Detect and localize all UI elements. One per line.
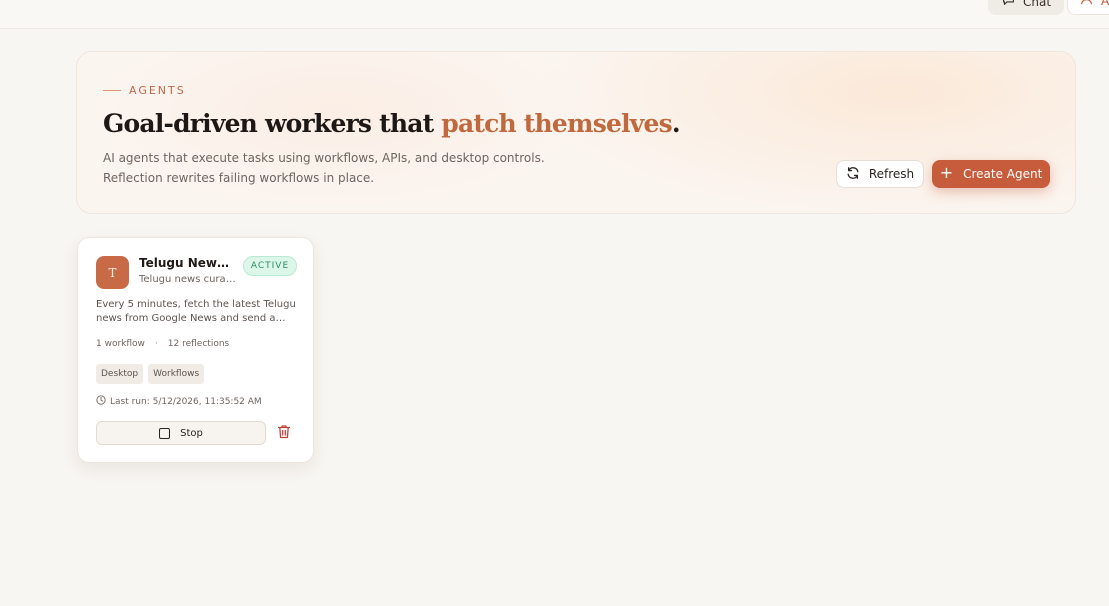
stats-separator: · [154, 339, 158, 349]
nav-agents-button[interactable]: Agents [1067, 0, 1109, 15]
user-icon [1080, 0, 1093, 8]
refresh-button[interactable]: Refresh [836, 160, 924, 188]
agent-avatar: T [96, 256, 129, 289]
title-end: . [671, 109, 681, 138]
tag-workflows: Workflows [148, 364, 205, 384]
nav-agents-label: Agents [1101, 0, 1109, 8]
workflow-count: 1 workflow [96, 339, 145, 349]
eyebrow-label: AGENTS [129, 84, 186, 97]
chat-bubble-icon [1002, 0, 1015, 9]
page-title: Goal-driven workers that patch themselve… [103, 109, 681, 138]
agent-card[interactable]: T Telugu News Curator Telugu news curato… [77, 237, 314, 463]
agent-stats: 1 workflow · 12 reflections [96, 339, 229, 349]
agent-subtitle: Telugu news curator agent [139, 274, 237, 285]
stop-agent-button[interactable]: Stop [96, 421, 266, 445]
agent-description: Every 5 minutes, fetch the latest Telugu… [96, 299, 296, 324]
eyebrow-rule [103, 90, 121, 91]
create-agent-button[interactable]: + Create Agent [932, 160, 1050, 188]
clock-icon [96, 395, 106, 408]
tag-desktop: Desktop [96, 364, 144, 384]
create-agent-label: Create Agent [963, 167, 1043, 181]
delete-agent-button[interactable] [276, 424, 292, 442]
refresh-icon [846, 166, 860, 183]
reflection-count: 12 reflections [167, 339, 230, 349]
nav-chat-button[interactable]: Chat [988, 0, 1064, 15]
plus-icon: + [939, 163, 954, 182]
agent-tags: Desktop Workflows [96, 364, 205, 384]
last-run: Last run: 5/12/2026, 11:35:52 AM [96, 395, 262, 408]
title-accent: patch themselves [441, 109, 672, 138]
agents-hero: AGENTS Goal-driven workers that patch th… [76, 51, 1076, 214]
top-bar: Chat Agents [0, 0, 1109, 29]
trash-icon [277, 424, 291, 443]
refresh-label: Refresh [868, 167, 915, 181]
agent-name: Telugu News Curator [139, 256, 235, 270]
stop-label: Stop [180, 427, 203, 439]
hero-eyebrow: AGENTS [103, 84, 186, 97]
status-badge: ACTIVE [243, 256, 297, 276]
nav-chat-label: Chat [1023, 0, 1052, 9]
title-main: Goal-driven workers that [103, 109, 442, 138]
stop-square-icon [159, 427, 171, 439]
last-run-text: Last run: 5/12/2026, 11:35:52 AM [110, 396, 262, 407]
page-description: AI agents that execute tasks using workf… [103, 151, 545, 185]
